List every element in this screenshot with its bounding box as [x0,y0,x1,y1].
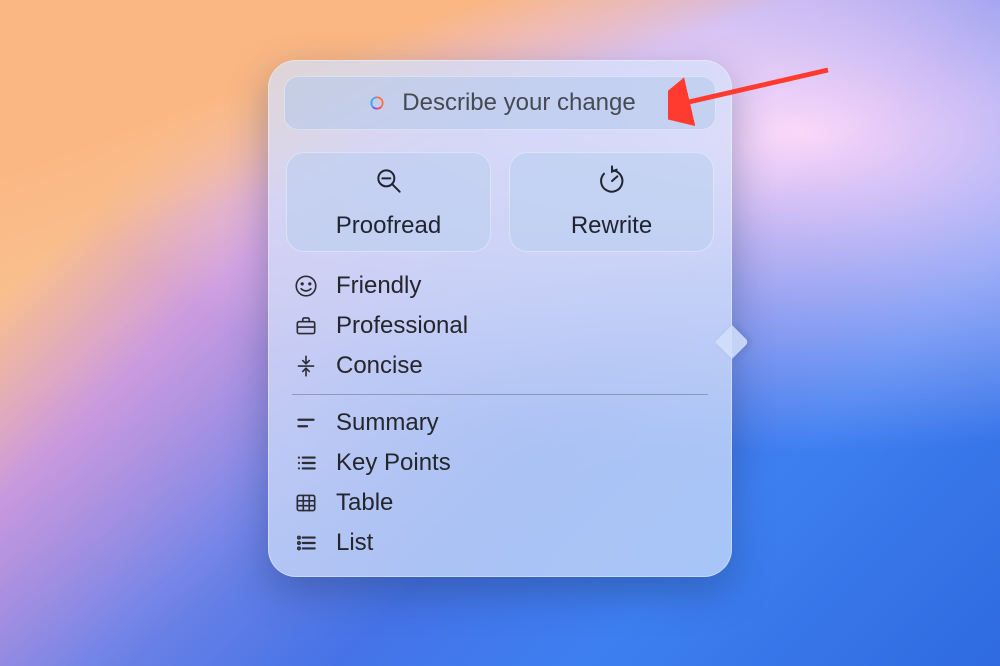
menu-item-label: Summary [336,409,439,437]
menu-item-label: List [336,529,373,557]
briefcase-icon [292,312,320,340]
table-grid-icon [292,489,320,517]
menu-item-label: Key Points [336,449,451,477]
apple-intelligence-logo-icon [364,90,390,116]
describe-change-input[interactable]: Describe your change [284,76,716,130]
format-option-key-points[interactable]: Key Points [290,443,710,483]
proofread-label: Proofread [336,212,441,240]
format-option-list[interactable]: List [290,523,710,563]
smile-icon [292,272,320,300]
menu-item-label: Table [336,489,393,517]
rewrite-label: Rewrite [571,212,652,240]
bullet-list-icon [292,449,320,477]
writing-tools-panel: Describe your change Proofread Rewri [268,60,732,577]
describe-change-placeholder: Describe your change [402,89,635,117]
menu-item-label: Friendly [336,272,421,300]
menu-divider [292,394,708,395]
menu-item-label: Concise [336,352,423,380]
search-check-icon [373,165,405,204]
refresh-arrow-icon [596,165,628,204]
lines-short-icon [292,409,320,437]
format-option-table[interactable]: Table [290,483,710,523]
tone-option-concise[interactable]: Concise [290,346,710,386]
format-option-summary[interactable]: Summary [290,403,710,443]
options-menu: Friendly Professional [284,266,716,563]
numbered-list-icon [292,529,320,557]
menu-item-label: Professional [336,312,468,340]
collapse-vertical-icon [292,352,320,380]
tone-option-professional[interactable]: Professional [290,306,710,346]
tone-option-friendly[interactable]: Friendly [290,266,710,306]
proofread-button[interactable]: Proofread [286,152,491,252]
rewrite-button[interactable]: Rewrite [509,152,714,252]
primary-actions-row: Proofread Rewrite [286,152,714,252]
